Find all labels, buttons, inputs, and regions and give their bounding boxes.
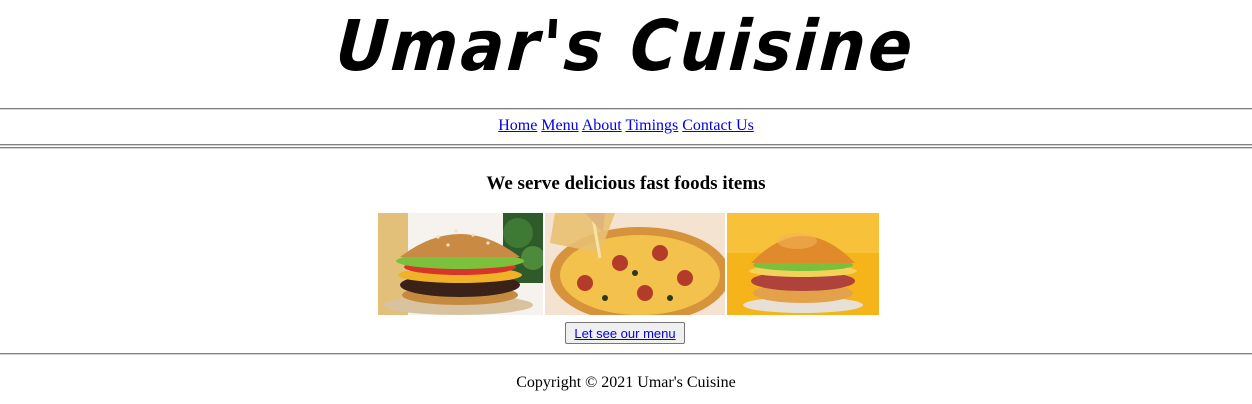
main-nav: Home Menu About Timings Contact Us (0, 116, 1252, 136)
nav-link-contact-us[interactable]: Contact Us (682, 117, 754, 134)
footer-divider (0, 353, 1252, 355)
nav-link-about[interactable]: About (582, 117, 622, 134)
site-logo: Umar's Cuisine (0, 0, 1252, 100)
pizza-photo (545, 213, 725, 315)
logo-text: Umar's Cuisine (333, 5, 919, 87)
burger-photo (378, 213, 543, 315)
view-menu-button[interactable]: Let see our menu (565, 322, 685, 344)
footer-copyright: Copyright © 2021 Umar's Cuisine (516, 374, 736, 391)
nav-divider (0, 144, 1252, 146)
header-divider (0, 108, 1252, 110)
tagline: We serve delicious fast foods items (486, 173, 766, 194)
nav-link-home[interactable]: Home (498, 117, 537, 134)
nav-divider (0, 147, 1252, 149)
burger-photo (727, 213, 879, 315)
nav-link-menu[interactable]: Menu (541, 117, 578, 134)
view-menu-link[interactable]: Let see our menu (574, 326, 675, 341)
nav-link-timings[interactable]: Timings (625, 117, 678, 134)
